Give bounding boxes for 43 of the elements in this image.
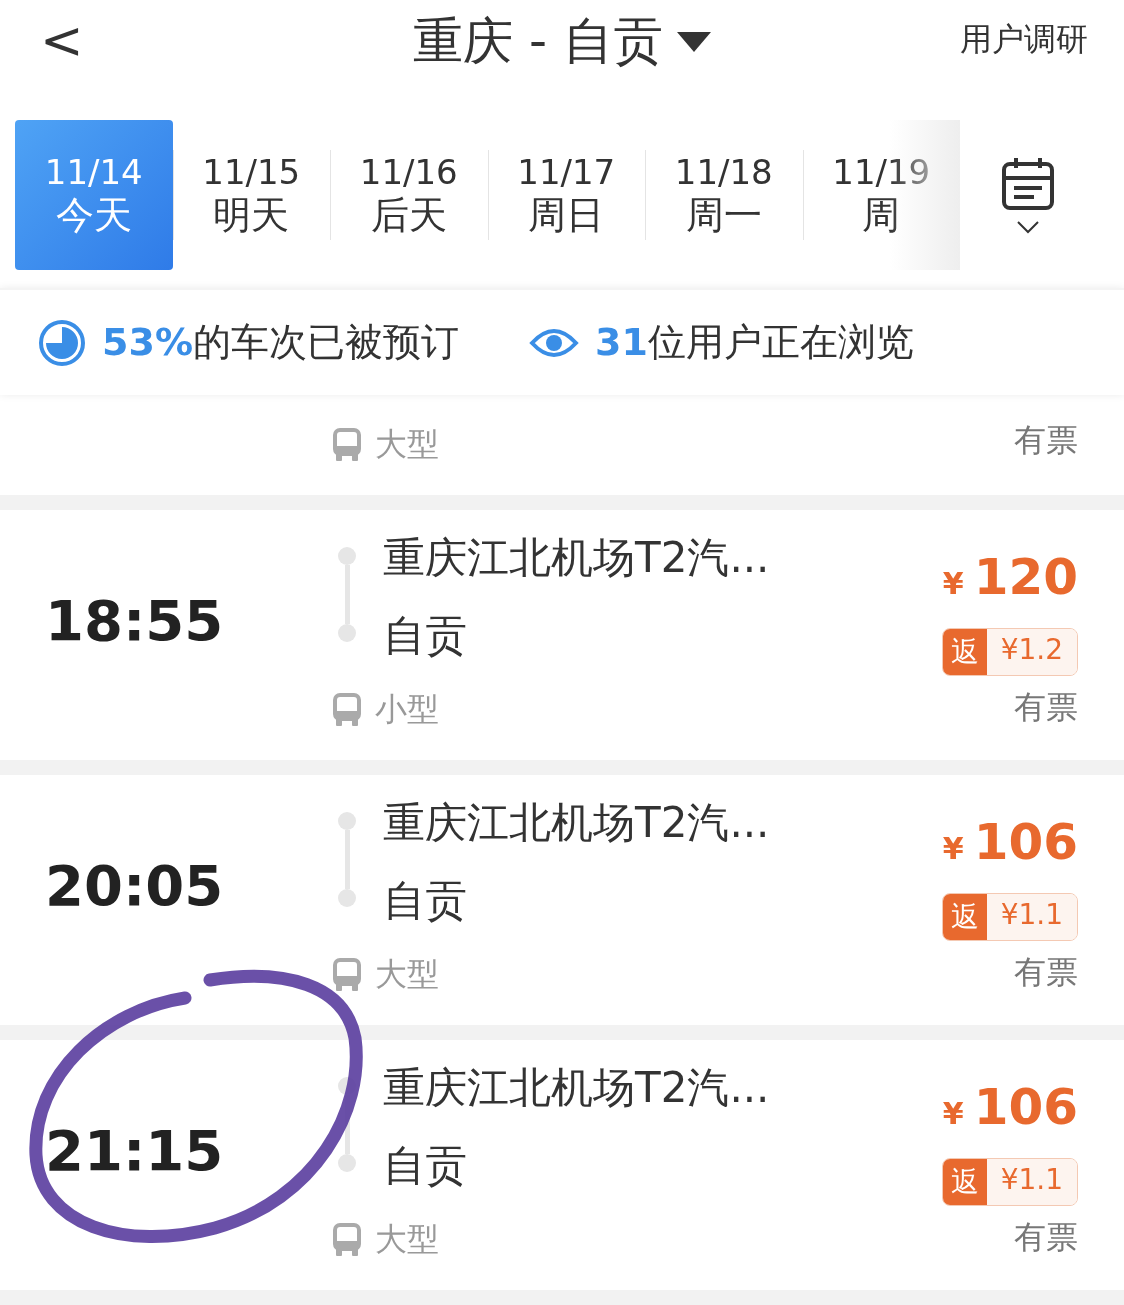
date-tab[interactable]: 11/18 周一 bbox=[645, 120, 803, 270]
bus-type: 大型 bbox=[375, 424, 439, 465]
ticket-status: 有票 bbox=[1014, 1217, 1078, 1258]
origin-station: 重庆江北机场T2汽... bbox=[383, 532, 770, 584]
bus-icon bbox=[333, 693, 361, 727]
bus-icon bbox=[333, 1223, 361, 1257]
stat-text: 31位用户正在浏览 bbox=[594, 319, 914, 366]
rebate-badge: 返 ¥1.1 bbox=[941, 1158, 1078, 1206]
calendar-icon bbox=[1000, 156, 1056, 212]
date-tab[interactable]: 11/19 周 bbox=[802, 120, 960, 270]
calendar-button[interactable] bbox=[1000, 156, 1056, 234]
bus-icon bbox=[333, 958, 361, 992]
destination-station: 自贡 bbox=[383, 610, 467, 662]
bus-icon bbox=[333, 428, 361, 462]
rebate-badge: 返 ¥1.2 bbox=[941, 628, 1078, 676]
bus-type: 大型 bbox=[375, 954, 439, 995]
origin-station: 重庆江北机场T2汽... bbox=[383, 797, 770, 849]
price: ¥ 106 bbox=[942, 1078, 1078, 1136]
route-title[interactable]: 重庆 - 自贡 bbox=[413, 8, 663, 75]
date-tab[interactable]: 11/15 明天 bbox=[172, 120, 330, 270]
survey-link[interactable]: 用户调研 bbox=[960, 18, 1088, 62]
departure-time: 20:05 bbox=[45, 853, 224, 918]
eye-icon bbox=[528, 326, 579, 359]
bus-type: 大型 bbox=[375, 1219, 439, 1260]
ticket-status: 有票 bbox=[1014, 687, 1078, 728]
date-tab[interactable]: 11/17 周日 bbox=[487, 120, 645, 270]
dropdown-icon[interactable] bbox=[676, 31, 711, 52]
chevron-down-icon bbox=[1016, 220, 1040, 234]
ticket-status: 有票 bbox=[1014, 420, 1078, 461]
price: ¥ 120 bbox=[942, 548, 1078, 606]
back-button[interactable]: < bbox=[40, 14, 84, 66]
destination-station: 自贡 bbox=[383, 1140, 467, 1192]
bus-type: 小型 bbox=[375, 689, 439, 730]
stat-text: 53%的车次已被预订 bbox=[102, 319, 459, 366]
departure-time: 21:15 bbox=[45, 1118, 224, 1183]
date-tab[interactable]: 11/16 后天 bbox=[330, 120, 488, 270]
departure-time: 18:55 bbox=[45, 588, 224, 653]
origin-station: 重庆江北机场T2汽... bbox=[383, 1062, 770, 1114]
pie-icon bbox=[38, 318, 86, 367]
price: ¥ 106 bbox=[942, 813, 1078, 871]
rebate-badge: 返 ¥1.1 bbox=[941, 893, 1078, 941]
destination-station: 自贡 bbox=[383, 875, 467, 927]
ticket-status: 有票 bbox=[1014, 952, 1078, 993]
